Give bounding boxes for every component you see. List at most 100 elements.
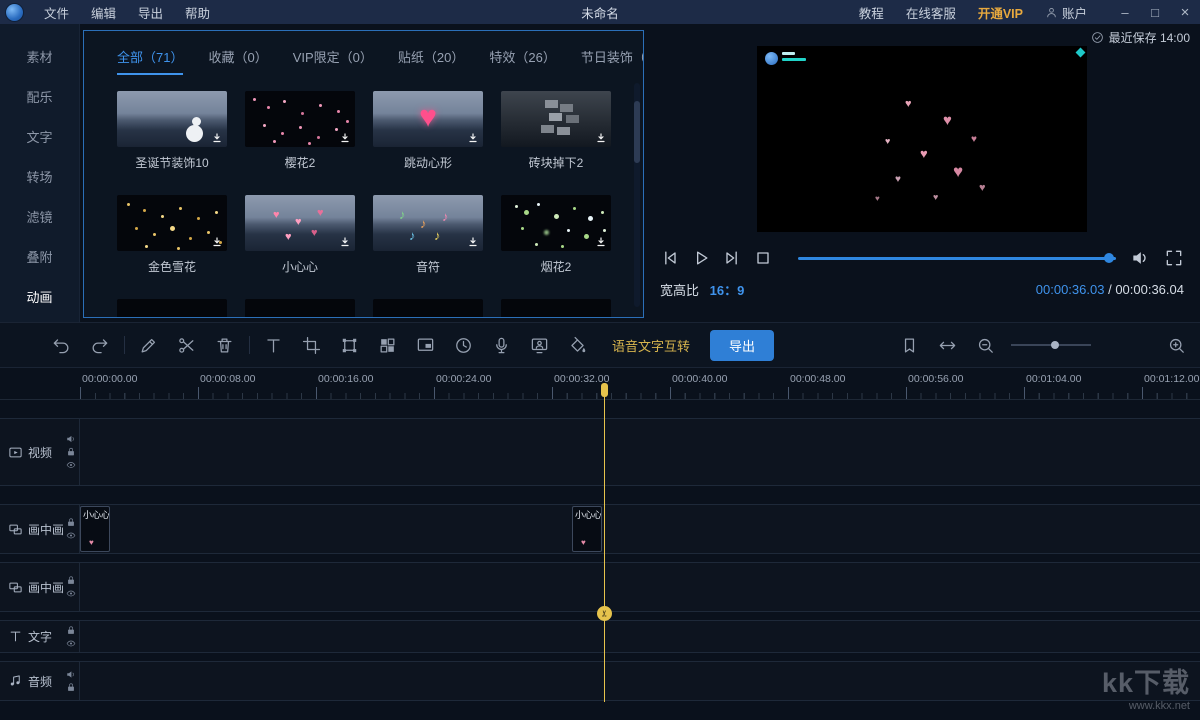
delete-button[interactable] xyxy=(215,336,234,355)
sidebar-item[interactable]: 素材 xyxy=(0,38,79,78)
track-header[interactable]: 画中画 xyxy=(0,505,80,553)
track-lane-pip[interactable]: 画中画小心心小心心 xyxy=(0,504,1200,554)
record-button[interactable] xyxy=(530,336,549,355)
sidebar-item[interactable]: 动画 xyxy=(0,278,79,318)
library-item[interactable]: 樱花2 xyxy=(245,91,355,171)
download-icon[interactable] xyxy=(211,236,223,248)
tutorial-link[interactable]: 教程 xyxy=(850,3,893,22)
stop-button[interactable] xyxy=(753,248,773,268)
next-frame-button[interactable] xyxy=(722,248,742,268)
download-icon[interactable] xyxy=(339,236,351,248)
library-item[interactable]: 砖块掉下2 xyxy=(501,91,611,171)
voiceover-button[interactable] xyxy=(492,336,511,355)
track-lock-icon[interactable] xyxy=(66,625,76,635)
track-header[interactable]: 文字 xyxy=(0,621,80,652)
video-preview[interactable] xyxy=(757,46,1087,232)
split-button[interactable] xyxy=(177,336,196,355)
sidebar-item[interactable]: 文字 xyxy=(0,118,79,158)
library-item[interactable]: 跳动心形 xyxy=(373,91,483,171)
timeline-clip[interactable]: 小心心 xyxy=(572,506,602,552)
track-header[interactable]: 音频 xyxy=(0,662,80,700)
close-button[interactable]: × xyxy=(1170,0,1200,24)
duration-button[interactable] xyxy=(454,336,473,355)
timeline-ruler[interactable]: 00:00:00.0000:00:08.0000:00:16.0000:00:2… xyxy=(0,368,1200,400)
support-link[interactable]: 在线客服 xyxy=(897,3,965,22)
play-button[interactable] xyxy=(691,248,711,268)
text-tool-button[interactable] xyxy=(264,336,283,355)
track-eye-icon[interactable] xyxy=(66,589,76,599)
library-item[interactable] xyxy=(373,299,483,318)
aspect-ratio-value[interactable]: 16：9 xyxy=(710,283,745,298)
track-lock-icon[interactable] xyxy=(66,683,76,693)
download-icon[interactable] xyxy=(467,236,479,248)
download-icon[interactable] xyxy=(211,132,223,144)
sidebar-item[interactable]: 滤镜 xyxy=(0,198,79,238)
menu-item[interactable]: 编辑 xyxy=(80,3,127,22)
library-item[interactable]: 圣诞节装饰10 xyxy=(117,91,227,171)
zoom-out-button[interactable] xyxy=(976,336,995,355)
track-speaker-icon[interactable] xyxy=(66,670,76,680)
library-item[interactable]: 小心心 xyxy=(245,195,355,275)
account-button[interactable]: 账户 xyxy=(1036,3,1096,22)
library-item[interactable]: 烟花2 xyxy=(501,195,611,275)
track-lane-pip[interactable]: 画中画 xyxy=(0,562,1200,612)
download-icon[interactable] xyxy=(595,132,607,144)
library-item[interactable] xyxy=(117,299,227,318)
split-scissors-icon[interactable] xyxy=(597,606,612,621)
crop-button[interactable] xyxy=(302,336,321,355)
style-button[interactable] xyxy=(568,336,587,355)
track-lock-icon[interactable] xyxy=(66,576,76,586)
sidebar-item[interactable]: 配乐 xyxy=(0,78,79,118)
fullscreen-icon[interactable] xyxy=(1164,248,1184,268)
playhead[interactable] xyxy=(604,384,605,702)
library-tab[interactable]: VIP限定（0） xyxy=(293,47,373,75)
export-button[interactable]: 导出 xyxy=(710,330,774,361)
sidebar-item[interactable]: 转场 xyxy=(0,158,79,198)
vip-button[interactable]: 开通VIP xyxy=(969,3,1032,22)
track-lane-audio[interactable]: 音频 xyxy=(0,661,1200,701)
speech-text-button[interactable]: 语音文字互转 xyxy=(612,336,690,355)
volume-icon[interactable] xyxy=(1130,248,1150,268)
download-icon[interactable] xyxy=(467,132,479,144)
zoom-in-button[interactable] xyxy=(1167,336,1186,355)
track-header[interactable]: 视频 xyxy=(0,419,80,485)
library-item[interactable] xyxy=(245,299,355,318)
redo-button[interactable] xyxy=(90,336,109,355)
library-tab[interactable]: 贴纸（20） xyxy=(398,47,464,75)
menu-item[interactable]: 帮助 xyxy=(174,3,221,22)
track-eye-icon[interactable] xyxy=(66,638,76,648)
timeline-zoom-slider[interactable] xyxy=(1011,344,1091,346)
mosaic-button[interactable] xyxy=(378,336,397,355)
undo-button[interactable] xyxy=(52,336,71,355)
progress-knob[interactable] xyxy=(1104,253,1114,263)
transform-button[interactable] xyxy=(340,336,359,355)
edit-button[interactable] xyxy=(139,336,158,355)
library-tab[interactable]: 特效（26） xyxy=(489,47,555,75)
library-scrollbar[interactable] xyxy=(634,83,640,307)
sidebar-item[interactable]: 叠附 xyxy=(0,238,79,278)
library-tab[interactable]: 全部（71） xyxy=(117,47,183,75)
library-tab[interactable]: 收藏（0） xyxy=(208,47,267,75)
maximize-button[interactable]: □ xyxy=(1140,0,1170,24)
library-item[interactable]: 金色雪花 xyxy=(117,195,227,275)
playback-progress-bar[interactable] xyxy=(798,257,1116,260)
library-scrollbar-thumb[interactable] xyxy=(634,101,640,163)
download-icon[interactable] xyxy=(339,132,351,144)
track-lock-icon[interactable] xyxy=(66,518,76,528)
menu-item[interactable]: 导出 xyxy=(127,3,174,22)
track-header[interactable]: 画中画 xyxy=(0,563,80,611)
marker-button[interactable] xyxy=(900,336,919,355)
timeline-clip[interactable]: 小心心 xyxy=(80,506,110,552)
library-item[interactable]: 音符 xyxy=(373,195,483,275)
zoom-knob[interactable] xyxy=(1051,341,1059,349)
download-icon[interactable] xyxy=(595,236,607,248)
library-item[interactable] xyxy=(501,299,611,318)
track-speaker-icon[interactable] xyxy=(66,434,76,444)
playhead-handle[interactable] xyxy=(601,383,608,397)
previous-frame-button[interactable] xyxy=(660,248,680,268)
track-eye-icon[interactable] xyxy=(66,460,76,470)
track-lane-text[interactable]: 文字 xyxy=(0,620,1200,653)
menu-item[interactable]: 文件 xyxy=(33,3,80,22)
minimize-button[interactable]: – xyxy=(1110,0,1140,24)
library-tab[interactable]: 节日装饰（27） xyxy=(581,47,644,75)
